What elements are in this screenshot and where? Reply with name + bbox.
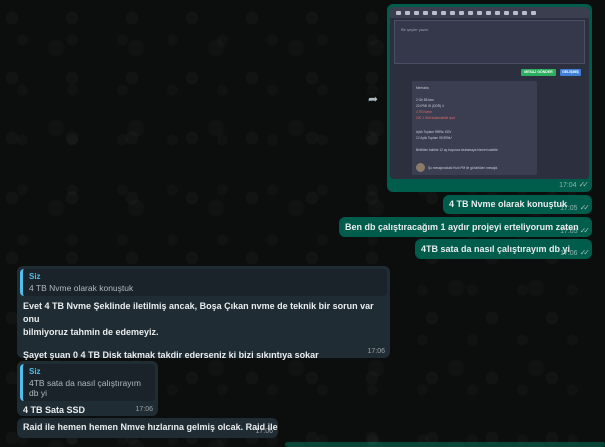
read-ticks-icon: ✓✓ xyxy=(579,248,591,257)
forward-icon[interactable]: ➦ xyxy=(368,92,378,106)
offer-card: Merhaba 2 Gb 88 tam 20 IPMI GI (DDR) 4 4… xyxy=(412,81,537,175)
bottom-bar xyxy=(285,442,605,447)
read-ticks-icon: ✓✓ xyxy=(579,203,591,212)
message-text: Ben db çalıştıracağım 1 aydır projeyi er… xyxy=(345,222,579,232)
incoming-message[interactable]: Siz 4 TB Nvme olarak konuştuk Evet 4 TB … xyxy=(17,266,390,360)
message-time: 17:04 ✓✓ xyxy=(559,180,590,189)
message-time: 17:06 xyxy=(255,428,273,435)
card-line: 20 IPMI GI (DDR) 4 xyxy=(416,104,444,108)
message-text: Raid ile hemen hemen Nmve hızlarına gelm… xyxy=(23,422,278,432)
message-time: 17:06 ✓✓ xyxy=(560,248,591,257)
message-text: Evet 4 TB Nvme Şeklinde iletilmiş ancak,… xyxy=(23,301,374,324)
time-label: 17:06 xyxy=(560,250,578,257)
card-line: Aylık Toplam 9999₺ KDV xyxy=(416,130,452,134)
outgoing-message[interactable]: 4TB sata da nasıl çalıştırayım db yi 17:… xyxy=(415,239,592,259)
card-line: Belirtilen takibte 12 ay boyunca kiralam… xyxy=(416,148,499,152)
reply-sender: Siz xyxy=(29,272,41,281)
time-label: 17:04 xyxy=(559,182,577,189)
card-line: 200 1 Gbit kullanılabilir ipvd xyxy=(416,116,455,120)
outgoing-message[interactable]: 4 TB Nvme olarak konuştuk 17:05 ✓✓ xyxy=(443,195,592,214)
reply-sender: Siz xyxy=(29,367,41,376)
editor-toolbar xyxy=(390,7,589,18)
message-body: Evet 4 TB Nvme Şeklinde iletilmiş ancak,… xyxy=(20,300,387,362)
message-time: 17:05 ✓✓ xyxy=(560,203,591,212)
editor-placeholder: Bir şeyler yazın xyxy=(401,27,429,32)
message-text: 4TB sata da nasıl çalıştırayım db yi xyxy=(421,244,571,254)
reply-quote[interactable]: Siz 4TB sata da nasıl çalıştırayım db yi xyxy=(20,364,155,401)
message-time: 17:06 xyxy=(367,348,385,355)
read-ticks-icon: ✓✓ xyxy=(578,180,590,189)
reply-text: 4TB sata da nasıl çalıştırayım db yi xyxy=(29,378,141,398)
card-line: 12 Aylık Toplam 99.999₺* xyxy=(416,136,453,140)
avatar xyxy=(416,163,425,172)
reply-text: 4 TB Nvme olarak konuştuk xyxy=(29,283,134,293)
time-label: 17:05 xyxy=(560,205,578,212)
advanced-button: GELİŞMİŞ xyxy=(560,69,581,76)
incoming-message[interactable]: Siz 4TB sata da nasıl çalıştırayım db yi… xyxy=(17,361,158,416)
editor-area: Bir şeyler yazın xyxy=(394,20,585,64)
time-label: 17:05 xyxy=(560,228,578,235)
card-line: 2 Gb 88 tam xyxy=(416,98,434,102)
message-time: 17:05 ✓✓ xyxy=(560,226,591,235)
card-line: Merhaba xyxy=(416,86,429,90)
message-text: bilmiyoruz tahmin de edemeyiz. xyxy=(23,327,159,337)
card-line: 4 TB Nvme xyxy=(416,110,432,114)
image-message[interactable]: Bir şeyler yazın MESAJ GÖNDER GELİŞMİŞ M… xyxy=(387,4,592,192)
read-ticks-icon: ✓✓ xyxy=(579,226,591,235)
message-time: 17:06 xyxy=(135,406,153,413)
card-footer: Şu mesajınızdaki Hızlı PM ile görüntülen… xyxy=(428,166,499,170)
message-text: 4 TB Nvme olarak konuştuk xyxy=(449,199,568,209)
send-message-button: MESAJ GÖNDER xyxy=(521,69,556,76)
screenshot-image[interactable]: Bir şeyler yazın MESAJ GÖNDER GELİŞMİŞ M… xyxy=(390,7,589,179)
outgoing-message[interactable]: Ben db çalıştıracağım 1 aydır projeyi er… xyxy=(339,217,592,237)
incoming-message[interactable]: Raid ile hemen hemen Nmve hızlarına gelm… xyxy=(17,418,278,438)
reply-quote[interactable]: Siz 4 TB Nvme olarak konuştuk xyxy=(20,269,387,296)
